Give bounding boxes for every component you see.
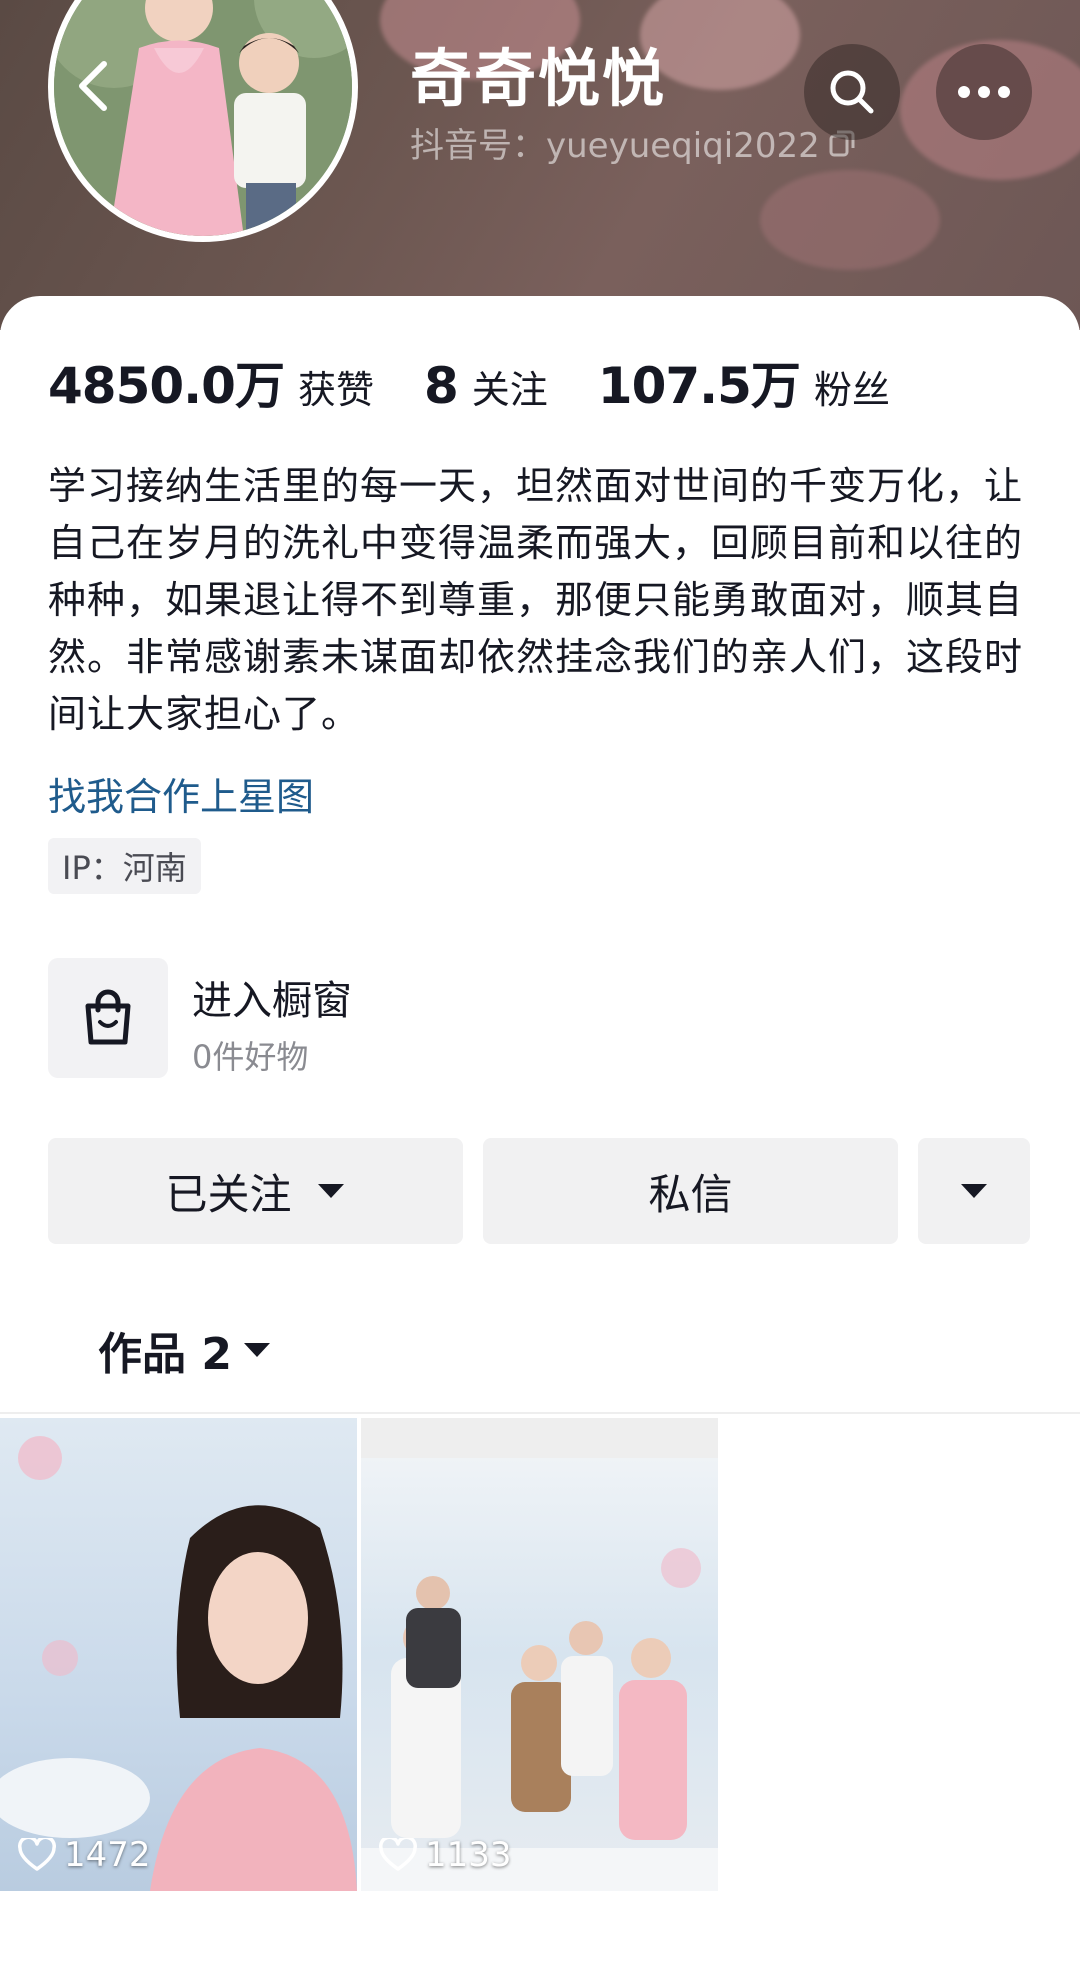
shopping-bag-icon (85, 989, 131, 1045)
profile-card: 4850.0万 获赞 8 关注 107.5万 粉丝 学习接纳生活里的每一天，坦然… (0, 296, 1080, 1965)
tab-works[interactable]: 作品 2 (98, 1318, 272, 1382)
stat-value: 8 (423, 357, 459, 415)
followed-label: 已关注 (165, 1169, 292, 1219)
ip-location-tag: IP：河南 (48, 838, 201, 894)
message-label: 私信 (648, 1169, 733, 1219)
video-cover (361, 1418, 718, 1891)
stats-row: 4850.0万 获赞 8 关注 107.5万 粉丝 (48, 346, 940, 418)
like-count: 1133 (379, 1835, 512, 1875)
followed-button[interactable]: 已关注 (48, 1138, 463, 1244)
stat-label: 粉丝 (813, 368, 890, 412)
bio-text: 学习接纳生活里的每一天，坦然面对世间的千变万化，让自己在岁月的洗礼中变得温柔而强… (48, 464, 1024, 736)
video-thumbnail[interactable]: 1133 (361, 1418, 718, 1891)
star-map-link[interactable]: 找我合作上星图 (48, 766, 314, 821)
more-button[interactable] (936, 44, 1032, 140)
profile-name: 奇奇悦悦 (410, 42, 667, 115)
shop-window-title[interactable]: 进入橱窗 (192, 968, 352, 1026)
like-count-value: 1133 (425, 1835, 512, 1875)
stat-value: 4850.0万 (48, 357, 285, 415)
search-button[interactable] (804, 44, 900, 140)
divider (0, 1412, 1080, 1414)
more-actions-button[interactable] (918, 1138, 1030, 1244)
stat-followers[interactable]: 107.5万 粉丝 (598, 346, 890, 418)
stat-label: 获赞 (297, 368, 374, 412)
like-count: 1472 (18, 1835, 151, 1875)
profile-header: 奇奇悦悦 抖音号：yueyueqiqi2022 (0, 0, 1080, 330)
like-count-value: 1472 (64, 1835, 151, 1875)
shop-window-entry[interactable] (48, 958, 168, 1078)
heart-icon (18, 1838, 56, 1871)
back-button[interactable] (52, 44, 136, 128)
stat-following[interactable]: 8 关注 (424, 357, 548, 415)
caret-down-icon (317, 1184, 344, 1198)
search-icon (830, 70, 874, 114)
message-button[interactable]: 私信 (483, 1138, 898, 1244)
header-blossom (760, 170, 940, 270)
douyin-id[interactable]: 抖音号：yueyueqiqi2022 (410, 118, 856, 167)
video-thumbnail[interactable]: 1472 (0, 1418, 357, 1891)
heart-icon (379, 1838, 417, 1871)
stat-value: 107.5万 (597, 357, 801, 415)
shop-item-count: 0件好物 (192, 1038, 309, 1076)
back-arrow-icon (79, 61, 107, 111)
douyin-id-text: 抖音号：yueyueqiqi2022 (410, 126, 820, 166)
stat-likes[interactable]: 4850.0万 获赞 (48, 346, 374, 418)
stat-label: 关注 (471, 368, 548, 412)
tab-works-label: 作品 2 (98, 1329, 232, 1380)
video-cover (0, 1418, 357, 1891)
caret-down-icon (243, 1343, 270, 1357)
caret-down-icon (961, 1184, 987, 1198)
more-icon (958, 86, 1010, 98)
